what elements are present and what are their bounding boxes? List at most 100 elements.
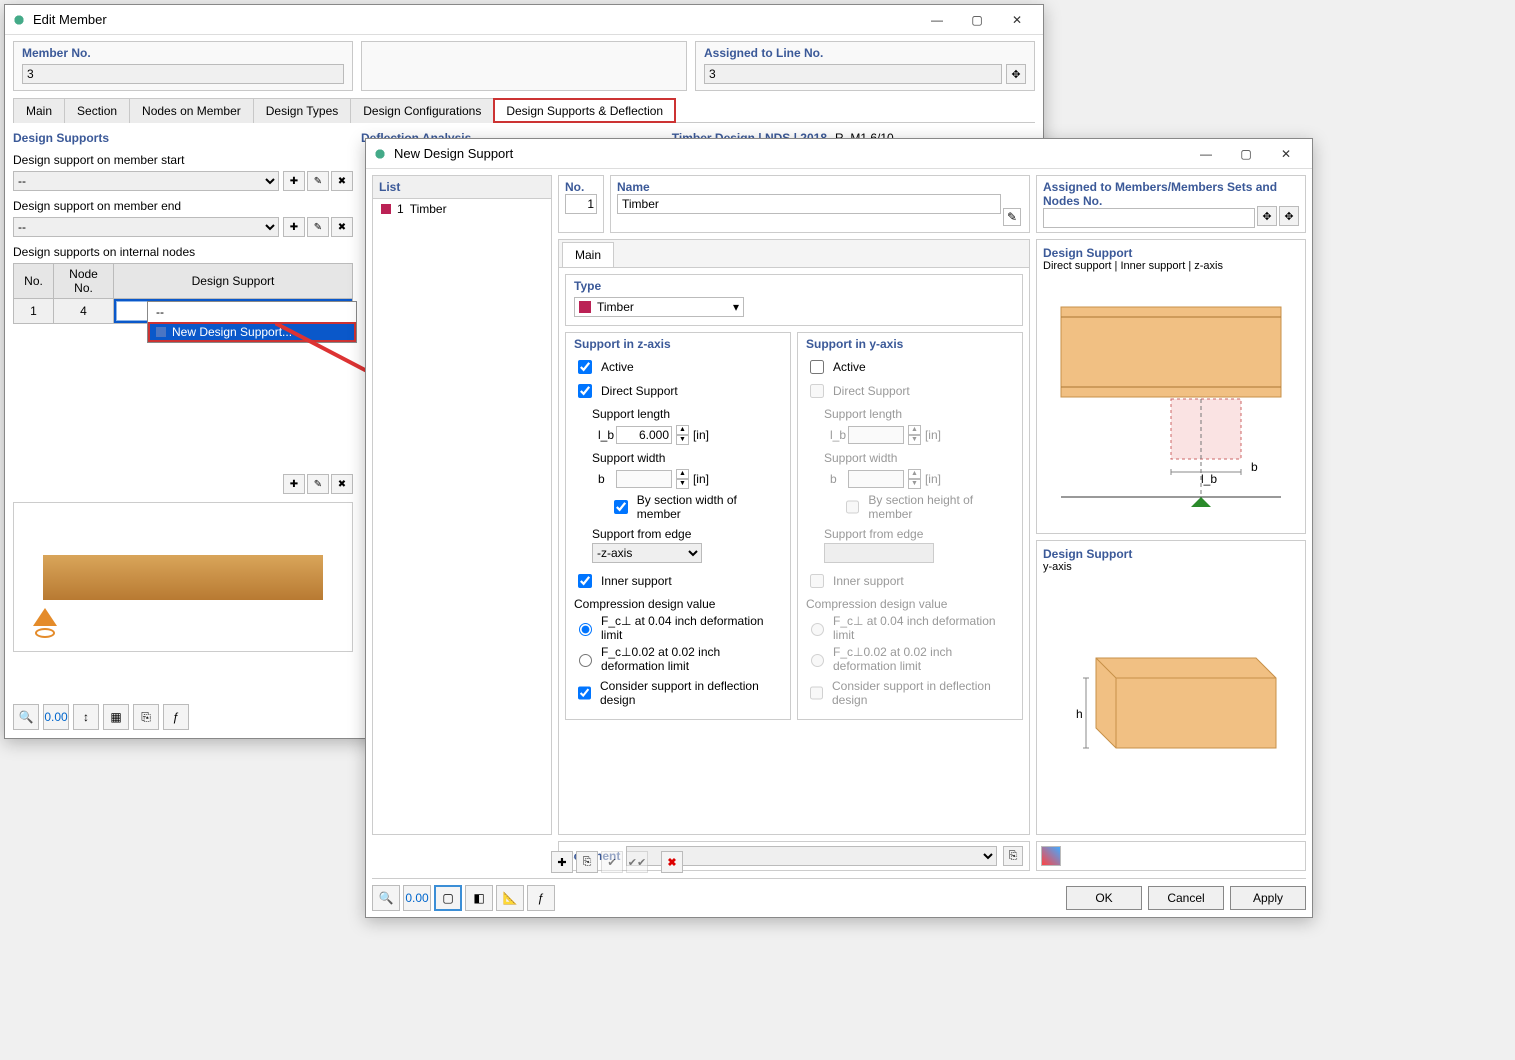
delete-internal-support-icon[interactable]: ✖ [331, 474, 353, 494]
main-pane: Main Type Timber ▾ Support in z-axis Act… [558, 239, 1030, 835]
axis-icon[interactable]: ↕ [73, 704, 99, 730]
checkall-icon[interactable]: ✔✔ [626, 851, 648, 873]
svg-text:h: h [1076, 707, 1083, 721]
support-start-select[interactable]: -- [13, 171, 279, 191]
design-support-dropdown[interactable]: -- New Design Support... [147, 301, 357, 343]
copy-item-icon[interactable]: ⎘ [576, 851, 598, 873]
search-icon[interactable]: 🔍 [13, 704, 39, 730]
maximize-button[interactable]: ▢ [957, 6, 997, 34]
copy-icon[interactable]: ⎘ [133, 704, 159, 730]
search-icon[interactable]: 🔍 [372, 885, 400, 911]
tab-section[interactable]: Section [64, 98, 130, 123]
type-select[interactable]: Timber ▾ [574, 297, 744, 317]
tab-design-supports-deflection[interactable]: Design Supports & Deflection [493, 98, 676, 123]
th-node: Node No. [54, 264, 114, 299]
z-by-section-checkbox[interactable] [614, 500, 628, 514]
tab-main[interactable]: Main [13, 98, 65, 123]
new-internal-support-icon[interactable]: ✚ [283, 474, 305, 494]
z-length-unit: [in] [693, 428, 709, 442]
assigned-input[interactable] [1043, 208, 1255, 228]
function-icon[interactable]: ƒ [527, 885, 555, 911]
delete-start-support-icon[interactable]: ✖ [331, 171, 353, 191]
minimize-button[interactable]: — [1186, 140, 1226, 168]
assigned-line-input[interactable] [704, 64, 1002, 84]
assigned-group: Assigned to Members/Members Sets and Nod… [1036, 175, 1306, 233]
maximize-button[interactable]: ▢ [1226, 140, 1266, 168]
z-length-input[interactable] [616, 426, 672, 444]
spin-up-icon[interactable]: ▲ [676, 425, 689, 435]
preview-z-sub: Direct support | Inner support | z-axis [1043, 260, 1299, 272]
new-start-support-icon[interactable]: ✚ [283, 171, 305, 191]
color-picker-icon[interactable] [1041, 846, 1061, 866]
pick-members-icon[interactable]: ✥ [1257, 206, 1277, 226]
svg-text:b: b [1251, 460, 1258, 474]
units-icon[interactable]: 0.00 [43, 704, 69, 730]
name-input[interactable] [617, 194, 1001, 214]
z-from-edge-select[interactable]: -z-axis [592, 543, 702, 563]
design-supports-title: Design Supports [13, 131, 353, 145]
z-width-unit: [in] [693, 472, 709, 486]
tab-design-configurations[interactable]: Design Configurations [350, 98, 494, 123]
new-end-support-icon[interactable]: ✚ [283, 217, 305, 237]
y-inner-checkbox [810, 574, 824, 588]
titlebar-2[interactable]: New Design Support — ▢ ✕ [366, 139, 1312, 169]
edit-name-icon[interactable]: ✎ [1003, 208, 1021, 226]
tab-design-types[interactable]: Design Types [253, 98, 352, 123]
spin-down-icon: ▼ [676, 479, 689, 489]
cancel-button[interactable]: Cancel [1148, 886, 1224, 910]
window-new-design-support: New Design Support — ▢ ✕ List 1 Timber N… [365, 138, 1313, 918]
color-swatch-icon [381, 204, 391, 214]
z-comp-r1[interactable] [579, 623, 592, 636]
z-consider-checkbox[interactable] [578, 686, 591, 700]
delete-end-support-icon[interactable]: ✖ [331, 217, 353, 237]
support-z-title: Support in z-axis [574, 337, 782, 351]
app-icon [11, 12, 27, 28]
tabstrip: Main Section Nodes on Member Design Type… [13, 97, 1035, 123]
z-direct-checkbox[interactable] [578, 384, 592, 398]
ok-button[interactable]: OK [1066, 886, 1142, 910]
edit-start-support-icon[interactable]: ✎ [307, 171, 329, 191]
y-active-checkbox[interactable] [810, 360, 824, 374]
close-button[interactable]: ✕ [1266, 140, 1306, 168]
preview-z: Design Support Direct support | Inner su… [1036, 239, 1306, 534]
support-end-label: Design support on member end [13, 199, 353, 213]
color-swatch-icon [579, 301, 591, 313]
tab-nodes-on-member[interactable]: Nodes on Member [129, 98, 254, 123]
close-button[interactable]: ✕ [997, 6, 1037, 34]
delete-item-icon[interactable]: ✖ [661, 851, 683, 873]
z-active-checkbox[interactable] [578, 360, 592, 374]
apply-button[interactable]: Apply [1230, 886, 1306, 910]
edit-internal-support-icon[interactable]: ✎ [307, 474, 329, 494]
y-from-edge-label: Support from edge [824, 527, 1014, 541]
view-solid-icon[interactable]: ◧ [465, 885, 493, 911]
z-comp-r2[interactable] [579, 654, 592, 667]
list-item-num: 1 [397, 202, 404, 216]
function-icon[interactable]: ƒ [163, 704, 189, 730]
pick-line-icon[interactable]: ✥ [1006, 64, 1026, 84]
dropdown-item-new-design-support[interactable]: New Design Support... [148, 322, 356, 342]
minimize-button[interactable]: — [917, 6, 957, 34]
edit-end-support-icon[interactable]: ✎ [307, 217, 329, 237]
assigned-line-label: Assigned to Line No. [704, 46, 1026, 60]
y-length-input [848, 426, 904, 444]
support-end-select[interactable]: -- [13, 217, 279, 237]
window-title: Edit Member [33, 12, 917, 27]
no-input[interactable] [565, 194, 597, 214]
list-item[interactable]: 1 Timber [373, 199, 551, 219]
view-outline-icon[interactable]: ▢ [434, 885, 462, 911]
measure-icon[interactable]: 📐 [496, 885, 524, 911]
view-icon[interactable]: ▦ [103, 704, 129, 730]
member-no-input[interactable] [22, 64, 344, 84]
support-y-group: Support in y-axis Active Direct Support … [797, 332, 1023, 720]
pick-nodes-icon[interactable]: ✥ [1279, 206, 1299, 226]
titlebar[interactable]: Edit Member — ▢ ✕ [5, 5, 1043, 35]
comment-edit-icon[interactable]: ⎘ [1003, 846, 1023, 866]
dropdown-item-blank[interactable]: -- [148, 302, 356, 322]
tab-main-inner[interactable]: Main [562, 242, 614, 267]
check-icon[interactable]: ✔ [601, 851, 623, 873]
list-pane: List 1 Timber [372, 175, 552, 835]
new-item-icon[interactable]: ✚ [551, 851, 573, 873]
units-icon[interactable]: 0.00 [403, 885, 431, 911]
z-inner-checkbox[interactable] [578, 574, 592, 588]
spin-down-icon[interactable]: ▼ [676, 435, 689, 445]
